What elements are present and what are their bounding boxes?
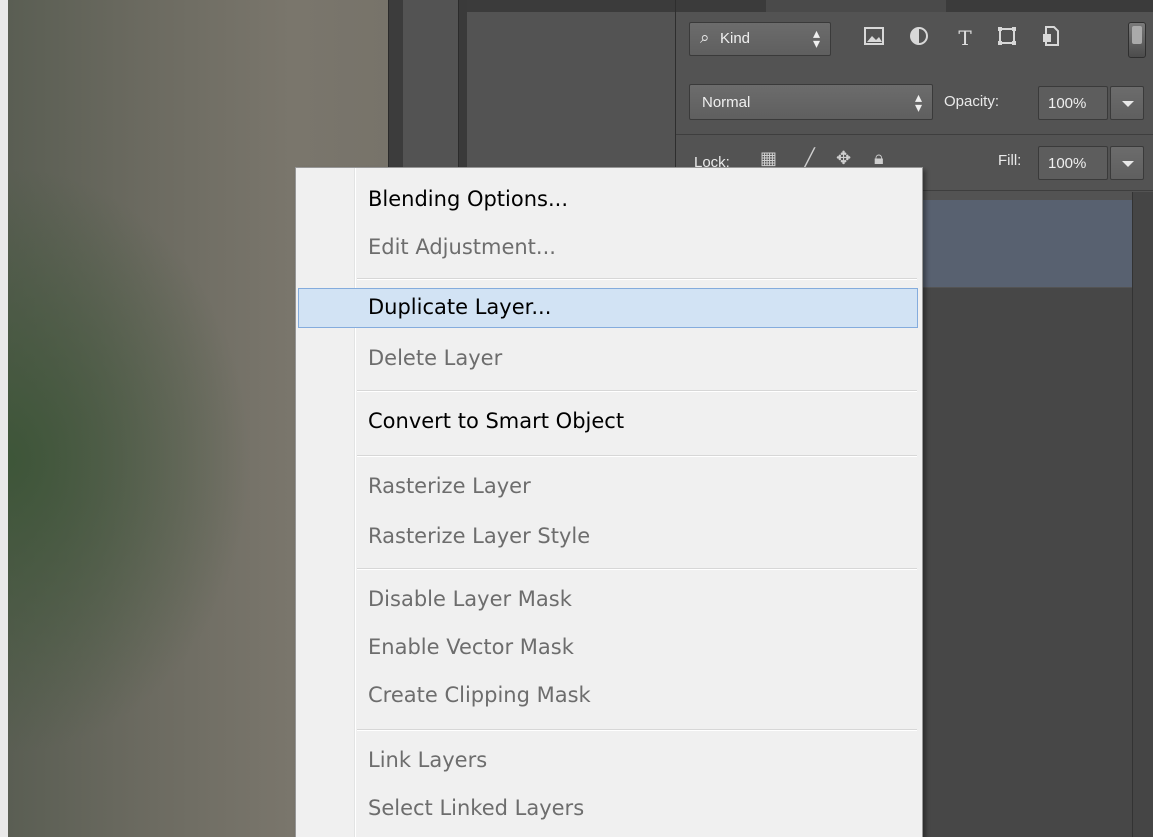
menu-item-convert-to-smart-object[interactable]: Convert to Smart Object	[296, 402, 922, 442]
fill-dropdown-button[interactable]	[1110, 146, 1144, 180]
fill-field[interactable]: 100%	[1038, 146, 1108, 180]
menu-item-delete-layer: Delete Layer	[296, 339, 922, 379]
layers-scrollbar[interactable]	[1132, 192, 1153, 837]
menu-item-label: Link Layers	[368, 748, 488, 772]
kind-filter-select[interactable]: ⌕ Kind ▴ ▾	[689, 22, 831, 56]
menu-item-select-linked-layers: Select Linked Layers	[296, 789, 922, 829]
menu-item-link-layers: Link Layers	[296, 741, 922, 781]
lock-image-pixels-icon[interactable]: ╱	[804, 148, 815, 169]
kind-filter-label: Kind	[720, 30, 751, 47]
search-icon: ⌕	[700, 28, 710, 47]
blend-mode-label: Normal	[702, 94, 751, 111]
image-filter-icon[interactable]	[861, 25, 887, 51]
fill-label: Fill:	[998, 152, 1022, 169]
menu-item-label: Disable Layer Mask	[368, 587, 572, 611]
fill-value: 100%	[1048, 155, 1087, 172]
opacity-value: 100%	[1048, 95, 1087, 112]
lock-position-icon[interactable]: ✥	[836, 148, 851, 169]
opacity-dropdown-button[interactable]	[1110, 86, 1144, 120]
menu-item-blending-options[interactable]: Blending Options...	[296, 180, 922, 220]
menu-item-label: Enable Vector Mask	[368, 635, 574, 659]
menu-item-label: Create Clipping Mask	[368, 683, 591, 707]
menu-item-enable-vector-mask: Enable Vector Mask	[296, 628, 922, 668]
select-arrows-icon: ▴ ▾	[812, 25, 820, 51]
menu-item-label: Edit Adjustment...	[368, 235, 556, 259]
menu-separator	[357, 278, 917, 280]
menu-item-disable-layer-mask: Disable Layer Mask	[296, 580, 922, 620]
opacity-field[interactable]: 100%	[1038, 86, 1108, 120]
menu-separator	[357, 729, 917, 731]
shape-filter-icon[interactable]	[994, 25, 1020, 51]
smart-object-filter-icon[interactable]	[1038, 25, 1064, 51]
menu-item-label: Select Linked Layers	[368, 796, 585, 820]
menu-item-label: Rasterize Layer Style	[368, 524, 591, 548]
layers-tab[interactable]	[766, 0, 946, 12]
menu-item-edit-adjustment: Edit Adjustment...	[296, 228, 922, 268]
menu-item-rasterize-layer-style: Rasterize Layer Style	[296, 517, 922, 557]
menu-item-label: Delete Layer	[368, 346, 503, 370]
menu-item-label: Convert to Smart Object	[368, 409, 625, 433]
menu-item-duplicate-layer[interactable]: Duplicate Layer...	[298, 288, 918, 328]
app-window: ⌕ Kind ▴ ▾ T Normal ▴ ▾ Opacity: 100% Lock…	[8, 0, 1153, 837]
menu-item-create-clipping-mask: Create Clipping Mask	[296, 676, 922, 716]
blend-mode-select[interactable]: Normal ▴ ▾	[689, 84, 933, 120]
menu-item-label: Blending Options...	[368, 187, 569, 211]
adjustment-filter-icon[interactable]	[906, 25, 932, 51]
filter-toggle-switch[interactable]	[1128, 22, 1146, 58]
menu-separator	[357, 455, 917, 457]
lock-transparent-pixels-icon[interactable]: ▦	[760, 148, 777, 169]
opacity-label: Opacity:	[944, 93, 1000, 110]
lock-all-icon[interactable]: 🔒︎	[874, 148, 884, 169]
panel-separator	[676, 134, 1153, 135]
select-arrows-icon: ▴ ▾	[914, 89, 922, 115]
menu-separator	[357, 390, 917, 392]
menu-item-rasterize-layer: Rasterize Layer	[296, 467, 922, 507]
type-filter-icon[interactable]: T	[952, 25, 978, 51]
menu-separator	[357, 568, 917, 570]
layer-context-menu: Blending Options... Edit Adjustment... D…	[295, 167, 923, 837]
panel-tab-strip	[467, 0, 675, 12]
menu-item-label: Rasterize Layer	[368, 474, 531, 498]
layers-tab-strip	[676, 0, 1153, 12]
menu-item-label: Duplicate Layer...	[368, 295, 552, 319]
